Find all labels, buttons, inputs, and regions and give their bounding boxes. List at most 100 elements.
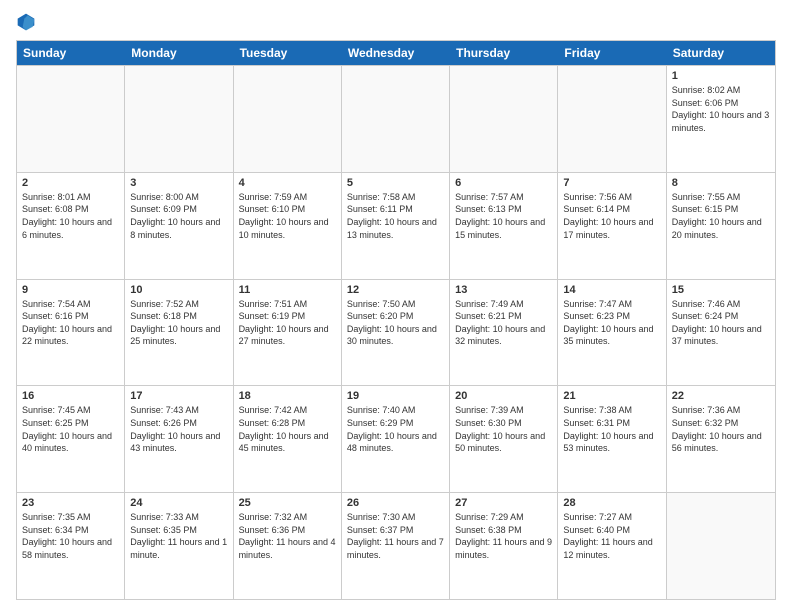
day-cell-18: 18Sunrise: 7:42 AM Sunset: 6:28 PM Dayli… [234, 386, 342, 492]
day-number: 24 [130, 497, 227, 509]
day-number: 21 [563, 390, 660, 402]
day-cell-20: 20 Sunrise: 7:39 AM Sunset: 6:30 PM Dayli… [450, 386, 558, 492]
weekday-header-monday: Monday [125, 41, 233, 65]
day-info: Sunrise: 7:38 AM Sunset: 6:31 PM Dayligh… [563, 404, 660, 454]
day-cell-6: 6 Sunrise: 7:57 AM Sunset: 6:13 PM Daylig… [450, 173, 558, 279]
logo [16, 12, 40, 32]
day-number: 8 [672, 177, 770, 189]
day-info: Sunrise: 8:02 AM Sunset: 6:06 PM Dayligh… [672, 84, 770, 134]
day-cell-15: 15 Sunrise: 7:46 AM Sunset: 6:24 PM Dayli… [667, 280, 775, 386]
day-cell-empty-4-6 [667, 493, 775, 599]
day-number: 17 [130, 390, 227, 402]
day-info: Sunrise: 7:42 AM Sunset: 6:28 PM Dayligh… [239, 404, 336, 454]
day-number: 1 [672, 70, 770, 82]
day-number: 28 [563, 497, 660, 509]
day-info: Sunrise: 7:30 AM Sunset: 6:37 PM Dayligh… [347, 511, 444, 561]
day-info: Sunrise: 7:32 AM Sunset: 6:36 PM Dayligh… [239, 511, 336, 561]
day-number: 13 [455, 284, 552, 296]
day-cell-25: 25 Sunrise: 7:32 AM Sunset: 6:36 PM Dayli… [234, 493, 342, 599]
day-number: 26 [347, 497, 444, 509]
day-cell-24: 24 Sunrise: 7:33 AM Sunset: 6:35 PM Dayli… [125, 493, 233, 599]
weekday-header-tuesday: Tuesday [234, 41, 342, 65]
day-number: 11 [239, 284, 336, 296]
day-cell-empty-0-5 [558, 66, 666, 172]
day-cell-22: 22 Sunrise: 7:36 AM Sunset: 6:32 PM Dayli… [667, 386, 775, 492]
calendar-row-1: 1 Sunrise: 8:02 AM Sunset: 6:06 PM Daylig… [17, 65, 775, 172]
day-info: Sunrise: 7:39 AM Sunset: 6:30 PM Dayligh… [455, 404, 552, 454]
day-number: 25 [239, 497, 336, 509]
day-number: 6 [455, 177, 552, 189]
day-number: 27 [455, 497, 552, 509]
day-info: Sunrise: 7:52 AM Sunset: 6:18 PM Dayligh… [130, 298, 227, 348]
day-cell-13: 13 Sunrise: 7:49 AM Sunset: 6:21 PM Dayli… [450, 280, 558, 386]
day-cell-empty-0-1 [125, 66, 233, 172]
day-cell-10: 10 Sunrise: 7:52 AM Sunset: 6:18 PM Dayli… [125, 280, 233, 386]
day-cell-11: 11 Sunrise: 7:51 AM Sunset: 6:19 PM Dayli… [234, 280, 342, 386]
day-info: Sunrise: 7:57 AM Sunset: 6:13 PM Dayligh… [455, 191, 552, 241]
day-number: 14 [563, 284, 660, 296]
day-cell-17: 17 Sunrise: 7:43 AM Sunset: 6:26 PM Dayli… [125, 386, 233, 492]
day-info: Sunrise: 7:58 AM Sunset: 6:11 PM Dayligh… [347, 191, 444, 241]
day-cell-1: 1 Sunrise: 8:02 AM Sunset: 6:06 PM Daylig… [667, 66, 775, 172]
day-info: Sunrise: 8:01 AM Sunset: 6:08 PM Dayligh… [22, 191, 119, 241]
header [16, 12, 776, 32]
day-cell-empty-0-2 [234, 66, 342, 172]
day-cell-26: 26 Sunrise: 7:30 AM Sunset: 6:37 PM Dayli… [342, 493, 450, 599]
day-number: 23 [22, 497, 119, 509]
day-info: Sunrise: 8:00 AM Sunset: 6:09 PM Dayligh… [130, 191, 227, 241]
day-cell-19: 19 Sunrise: 7:40 AM Sunset: 6:29 PM Dayli… [342, 386, 450, 492]
day-info: Sunrise: 7:43 AM Sunset: 6:26 PM Dayligh… [130, 404, 227, 454]
day-number: 2 [22, 177, 119, 189]
day-info: Sunrise: 7:47 AM Sunset: 6:23 PM Dayligh… [563, 298, 660, 348]
day-info: Sunrise: 7:36 AM Sunset: 6:32 PM Dayligh… [672, 404, 770, 454]
day-cell-12: 12Sunrise: 7:50 AM Sunset: 6:20 PM Dayli… [342, 280, 450, 386]
day-info: Sunrise: 7:27 AM Sunset: 6:40 PM Dayligh… [563, 511, 660, 561]
day-number: 16 [22, 390, 119, 402]
day-cell-28: 28 Sunrise: 7:27 AM Sunset: 6:40 PM Dayli… [558, 493, 666, 599]
day-info: Sunrise: 7:33 AM Sunset: 6:35 PM Dayligh… [130, 511, 227, 561]
day-number: 9 [22, 284, 119, 296]
day-info: Sunrise: 7:40 AM Sunset: 6:29 PM Dayligh… [347, 404, 444, 454]
day-number: 10 [130, 284, 227, 296]
day-cell-empty-0-4 [450, 66, 558, 172]
calendar-body: 1 Sunrise: 8:02 AM Sunset: 6:06 PM Daylig… [17, 65, 775, 599]
day-number: 5 [347, 177, 444, 189]
day-cell-8: 8 Sunrise: 7:55 AM Sunset: 6:15 PM Daylig… [667, 173, 775, 279]
calendar-row-3: 9 Sunrise: 7:54 AM Sunset: 6:16 PM Daylig… [17, 279, 775, 386]
day-info: Sunrise: 7:55 AM Sunset: 6:15 PM Dayligh… [672, 191, 770, 241]
day-info: Sunrise: 7:49 AM Sunset: 6:21 PM Dayligh… [455, 298, 552, 348]
day-number: 15 [672, 284, 770, 296]
day-info: Sunrise: 7:56 AM Sunset: 6:14 PM Dayligh… [563, 191, 660, 241]
day-number: 3 [130, 177, 227, 189]
page: SundayMondayTuesdayWednesdayThursdayFrid… [0, 0, 792, 612]
day-cell-empty-0-0 [17, 66, 125, 172]
day-info: Sunrise: 7:46 AM Sunset: 6:24 PM Dayligh… [672, 298, 770, 348]
day-info: Sunrise: 7:51 AM Sunset: 6:19 PM Dayligh… [239, 298, 336, 348]
logo-icon [16, 12, 36, 32]
weekday-header-saturday: Saturday [667, 41, 775, 65]
day-cell-14: 14 Sunrise: 7:47 AM Sunset: 6:23 PM Dayli… [558, 280, 666, 386]
day-cell-16: 16 Sunrise: 7:45 AM Sunset: 6:25 PM Dayli… [17, 386, 125, 492]
day-info: Sunrise: 7:54 AM Sunset: 6:16 PM Dayligh… [22, 298, 119, 348]
calendar-row-2: 2 Sunrise: 8:01 AM Sunset: 6:08 PM Daylig… [17, 172, 775, 279]
day-cell-empty-0-3 [342, 66, 450, 172]
weekday-header-sunday: Sunday [17, 41, 125, 65]
day-cell-5: 5 Sunrise: 7:58 AM Sunset: 6:11 PM Daylig… [342, 173, 450, 279]
day-cell-21: 21 Sunrise: 7:38 AM Sunset: 6:31 PM Dayli… [558, 386, 666, 492]
day-info: Sunrise: 7:35 AM Sunset: 6:34 PM Dayligh… [22, 511, 119, 561]
day-cell-7: 7 Sunrise: 7:56 AM Sunset: 6:14 PM Daylig… [558, 173, 666, 279]
day-cell-23: 23 Sunrise: 7:35 AM Sunset: 6:34 PM Dayli… [17, 493, 125, 599]
day-info: Sunrise: 7:50 AM Sunset: 6:20 PM Dayligh… [347, 298, 444, 348]
calendar-header-row: SundayMondayTuesdayWednesdayThursdayFrid… [17, 41, 775, 65]
day-info: Sunrise: 7:29 AM Sunset: 6:38 PM Dayligh… [455, 511, 552, 561]
calendar-row-4: 16 Sunrise: 7:45 AM Sunset: 6:25 PM Dayli… [17, 385, 775, 492]
day-info: Sunrise: 7:59 AM Sunset: 6:10 PM Dayligh… [239, 191, 336, 241]
day-number: 20 [455, 390, 552, 402]
day-info: Sunrise: 7:45 AM Sunset: 6:25 PM Dayligh… [22, 404, 119, 454]
day-number: 22 [672, 390, 770, 402]
calendar-row-5: 23 Sunrise: 7:35 AM Sunset: 6:34 PM Dayli… [17, 492, 775, 599]
day-number: 19 [347, 390, 444, 402]
day-cell-3: 3 Sunrise: 8:00 AM Sunset: 6:09 PM Daylig… [125, 173, 233, 279]
day-cell-2: 2 Sunrise: 8:01 AM Sunset: 6:08 PM Daylig… [17, 173, 125, 279]
day-number: 7 [563, 177, 660, 189]
